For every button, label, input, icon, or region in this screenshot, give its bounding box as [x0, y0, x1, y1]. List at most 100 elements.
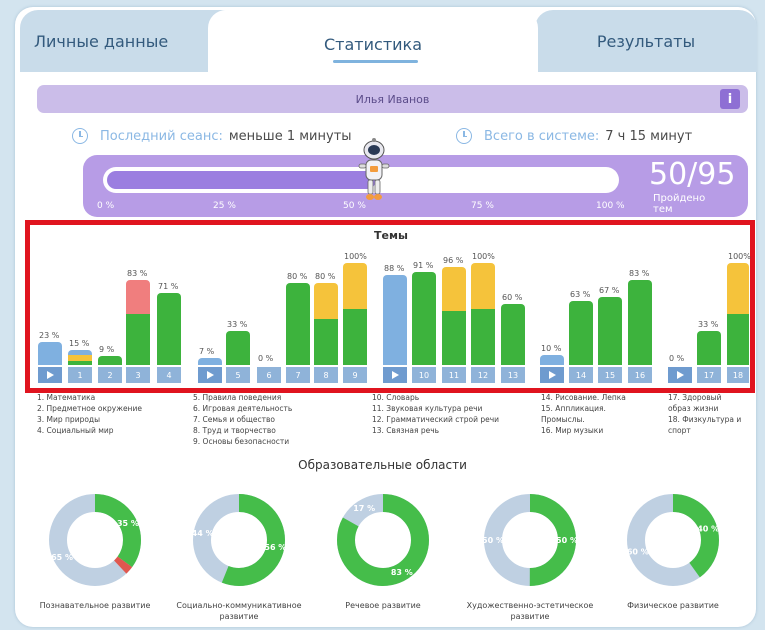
theme-bar [412, 272, 436, 365]
theme-bar-label: 63 % [570, 289, 591, 299]
theme-bar-label: 67 % [599, 285, 620, 295]
themes-chart-title: Темы [374, 229, 408, 242]
theme-bar-label: 7 % [199, 346, 215, 356]
theme-number-button[interactable]: 3 [126, 367, 150, 383]
theme-number-button[interactable]: 1 [68, 367, 92, 383]
legend-item: 7. Семья и общество [193, 415, 276, 424]
theme-number-button[interactable]: 14 [569, 367, 593, 383]
tab-results-label: Результаты [596, 31, 696, 51]
theme-bar-label: 100% [728, 252, 751, 261]
tab-personal-data[interactable]: Личные данные [20, 10, 240, 72]
theme-number-button[interactable]: 2 [98, 367, 122, 383]
area-label: Социально-коммуникативное развитие [176, 601, 302, 621]
theme-bar-label: 83 % [629, 269, 650, 279]
area-label: Познавательное развитие [39, 601, 151, 610]
legend-item: 12. Грамматический строй речи [372, 415, 500, 424]
theme-number-button[interactable]: 5 [226, 367, 250, 383]
progress-score-label: Пройдено тем [653, 193, 706, 215]
theme-bar-label: 83 % [127, 269, 148, 279]
theme-bar-segment [727, 314, 749, 365]
theme-bar-segment [286, 283, 310, 365]
theme-bar [38, 341, 62, 365]
total-time: Всего в системе: 7 ч 15 минут [456, 124, 692, 148]
theme-number-button[interactable]: 17 [697, 367, 721, 383]
play-icon [46, 371, 54, 379]
area-label: Художественно-эстетическое развитие [466, 601, 594, 621]
theme-play-button[interactable] [198, 367, 222, 383]
theme-bar-segment [727, 263, 749, 314]
tab-statistics[interactable]: Статистика [208, 10, 538, 78]
theme-bar [126, 280, 150, 365]
legend-item: 5. Правила поведения [193, 393, 282, 402]
theme-bar-segment [471, 263, 495, 309]
clock-icon [72, 128, 88, 144]
play-icon [206, 371, 214, 379]
area-donut: 56 % 44 % [192, 494, 286, 586]
theme-number-button[interactable]: 11 [442, 367, 466, 383]
legend-column: 17. Здоровый образ жизни 18. Физкультура и… [668, 392, 741, 436]
theme-bar-label: 91 % [413, 261, 434, 271]
legend-column: 5. Правила поведения 6. Игровая деятельно… [193, 392, 292, 447]
theme-number-button[interactable]: 6 [257, 367, 281, 383]
donut-complete-label: 50 % [556, 536, 578, 545]
theme-bar [727, 263, 749, 365]
tab-results[interactable]: Результаты [535, 10, 757, 72]
legend-item: 17. Здоровый [668, 393, 722, 402]
theme-number-button[interactable]: 13 [501, 367, 525, 383]
donut-complete-label: 35 % [117, 519, 139, 528]
theme-bar [68, 349, 92, 365]
theme-number-button[interactable]: 18 [727, 367, 749, 383]
tab-statistics-label: Статистика [324, 34, 422, 54]
theme-bar-label: 9 % [99, 344, 115, 354]
theme-bar-segment [343, 263, 367, 309]
theme-play-button[interactable] [668, 367, 692, 383]
progress-tick: 100 % [596, 201, 625, 211]
theme-play-button[interactable] [38, 367, 62, 383]
theme-bar-segment [569, 300, 593, 365]
theme-number-button[interactable]: 8 [314, 367, 338, 383]
theme-bar-segment [314, 283, 338, 320]
theme-number-button[interactable]: 7 [286, 367, 310, 383]
theme-play-button[interactable] [383, 367, 407, 383]
theme-number-button[interactable]: 10 [412, 367, 436, 383]
theme-bar-segment [314, 319, 338, 365]
legend-item: 4. Социальный мир [37, 426, 114, 435]
info-icon[interactable]: i [720, 89, 740, 109]
theme-bar [569, 300, 593, 365]
theme-number-button[interactable]: 16 [628, 367, 652, 383]
theme-bar-segment [383, 275, 407, 365]
theme-number-button[interactable]: 4 [157, 367, 181, 383]
area-label: Речевое развитие [345, 601, 421, 610]
theme-bar-segment [68, 349, 92, 355]
legend-item: 10. Словарь [372, 393, 420, 402]
legend-item: 16. Мир музыки [541, 426, 604, 435]
theme-bar [442, 267, 466, 365]
theme-number-button[interactable]: 9 [343, 367, 367, 383]
legend-item: 13. Связная речь [372, 426, 440, 435]
play-icon [676, 371, 684, 379]
theme-bar-label: 15 % [69, 338, 90, 348]
legend-item: 14. Рисование. Лепка [541, 393, 626, 402]
robot-mascot-icon [358, 138, 390, 200]
theme-bar-segment [598, 296, 622, 365]
theme-bar-segment [343, 308, 367, 365]
theme-number-button[interactable]: 12 [471, 367, 495, 383]
theme-bar-segment [98, 355, 122, 365]
legend-item: 18. Физкультура и [668, 415, 742, 424]
theme-bar-label: 71 % [158, 281, 179, 291]
legend-column: 10. Словарь 11. Звуковая культура речи 12.… [372, 392, 499, 436]
theme-bar-segment [226, 331, 250, 365]
theme-bar-segment [697, 331, 721, 365]
donut-complete-label: 56 % [264, 543, 286, 552]
theme-bar [226, 331, 250, 365]
theme-play-button[interactable] [540, 367, 564, 383]
tab-personal-label: Личные данные [34, 31, 169, 51]
legend-item: 8. Труд и творчество [193, 426, 276, 435]
legend-column: 1. Математика 2. Предметное окружение 3. М… [37, 392, 142, 436]
progress-tick: 0 % [97, 201, 115, 211]
theme-number-button[interactable]: 15 [598, 367, 622, 383]
theme-bar [286, 283, 310, 365]
donut-remaining-label: 44 % [192, 529, 214, 538]
total-time-label: Всего в системе: [484, 128, 600, 144]
donut-remaining-label: 50 % [482, 536, 504, 545]
